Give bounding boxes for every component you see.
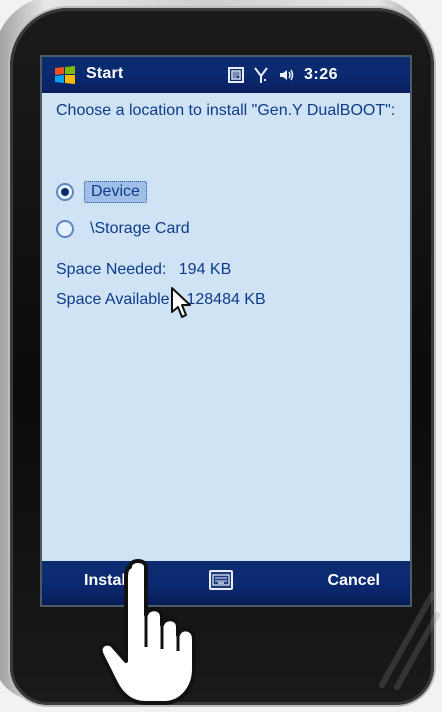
space-available-label: Space Available: [56, 291, 175, 308]
windows-logo-icon[interactable] [54, 65, 76, 85]
installer-dialog: Choose a location to install "Gen.Y Dual… [56, 101, 396, 557]
signal-icon[interactable] [252, 66, 270, 84]
clock-time[interactable]: 3:26 [304, 66, 338, 84]
space-needed-row: Space Needed: 194 KB [56, 261, 231, 279]
mouse-pointer-icon [170, 286, 196, 320]
speaker-icon[interactable] [278, 66, 296, 84]
notification-icon[interactable] [228, 67, 244, 83]
location-option-label-storage-card[interactable]: \Storage Card [84, 219, 196, 239]
pointing-hand-icon [94, 557, 224, 707]
device-screen: Start 3:26 Choose a location to install … [40, 55, 412, 607]
install-location-prompt: Choose a location to install "Gen.Y Dual… [56, 102, 396, 119]
space-available-row: Space Available: 128484 KB [56, 291, 266, 309]
start-menu-label[interactable]: Start [86, 65, 123, 83]
titlebar: Start 3:26 [42, 57, 410, 93]
radio-button-device[interactable] [56, 183, 74, 201]
location-option-label-device[interactable]: Device [84, 181, 147, 203]
space-needed-value: 194 KB [178, 261, 232, 278]
location-option-storage-card[interactable]: \Storage Card [56, 219, 196, 239]
space-needed-label: Space Needed: [56, 261, 167, 278]
titlebar-status-icons: 3:26 [228, 65, 338, 85]
radio-selected-dot [61, 188, 69, 196]
radio-button-storage-card[interactable] [56, 220, 74, 238]
space-available-value: 128484 KB [186, 291, 266, 308]
watermark-mark [372, 575, 442, 695]
location-option-device[interactable]: Device [56, 181, 147, 203]
